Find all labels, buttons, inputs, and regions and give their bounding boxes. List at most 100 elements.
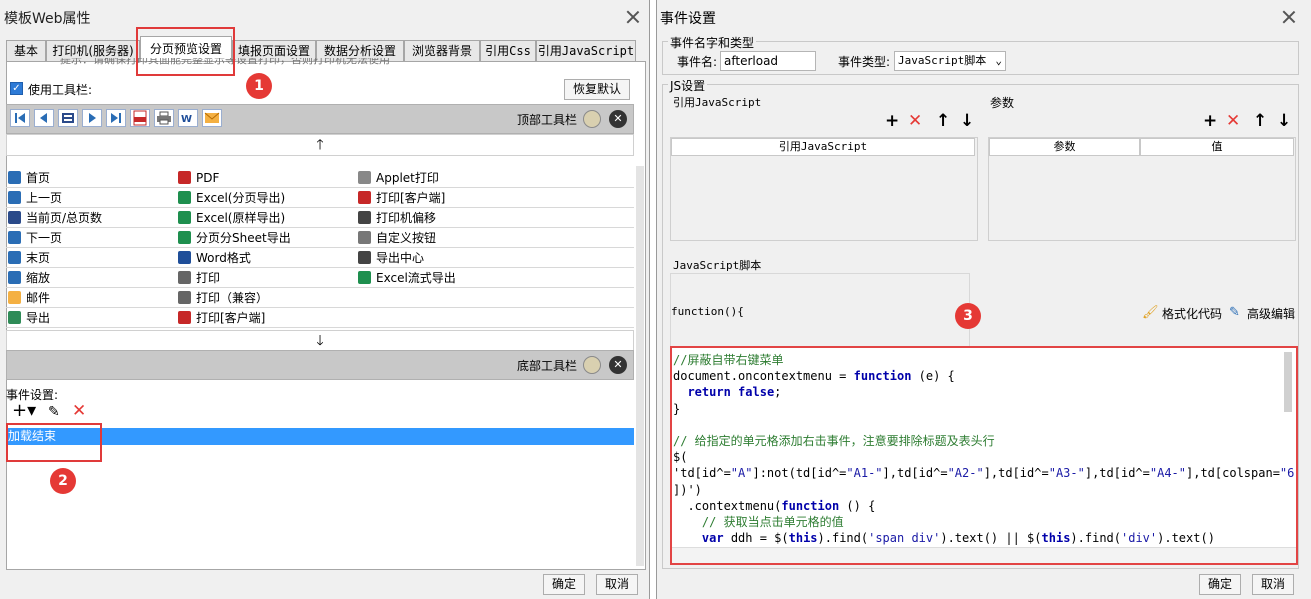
toolbar-grid-item[interactable]: 下一页 <box>26 228 62 248</box>
email-icon[interactable] <box>202 109 222 127</box>
toolbar-grid-item[interactable]: 末页 <box>26 248 50 268</box>
toolbar-grid-item[interactable]: 打印[客户端] <box>376 188 445 208</box>
page-number-icon <box>8 211 21 224</box>
add-icon[interactable]: + <box>885 112 899 130</box>
advanced-edit-button[interactable]: 高级编辑 <box>1247 305 1295 322</box>
step-badge-1: 1 <box>246 73 272 99</box>
delete-icon[interactable]: ✕ <box>72 401 86 421</box>
hint-text: 提示：请确保打印其面能完整显示等设置打印，否则打印机无法使用 <box>60 58 390 66</box>
toolbar-grid-item[interactable]: PDF <box>196 168 219 188</box>
event-type-select[interactable]: JavaScript脚本 ⌄ <box>894 51 1006 71</box>
toolbar-grid-item[interactable]: 自定义按钮 <box>376 228 436 248</box>
code-line: document.oncontextmenu = function (e) { <box>673 369 955 384</box>
ok-button[interactable]: 确定 <box>1199 574 1241 595</box>
toolbar-clear-icon[interactable]: ✕ <box>609 110 627 128</box>
ok-button[interactable]: 确定 <box>543 574 585 595</box>
gear-icon <box>358 231 371 244</box>
first-page-icon <box>8 171 21 184</box>
cancel-button[interactable]: 取消 <box>1252 574 1294 595</box>
code-hscrollbar[interactable] <box>672 547 1296 563</box>
move-param-down-icon[interactable]: ↓ <box>1277 112 1291 130</box>
code-line: $( <box>673 450 688 465</box>
move-down-arrow-icon[interactable]: 🡓 <box>6 330 634 352</box>
toolbar-grid-item[interactable]: 当前页/总页数 <box>26 208 102 228</box>
template-web-properties-dialog: 模板Web属性 基本 打印机(服务器) 分页预览设置 填报页面设置 数据分析设置… <box>0 0 650 599</box>
pdf-icon[interactable] <box>130 109 150 127</box>
page-number-icon[interactable] <box>58 109 78 127</box>
name-type-group-label: 事件名字和类型 <box>668 34 757 51</box>
toolbar-grid-item[interactable]: 打印机偏移 <box>376 208 436 228</box>
step-badge-3: 3 <box>955 303 981 329</box>
toolbar-grid-row: 首页 PDF Applet打印 <box>6 168 634 188</box>
export-center-icon <box>358 251 371 264</box>
excel-icon <box>178 191 191 204</box>
toolbar-grid-row: 下一页 分页分Sheet导出 自定义按钮 <box>6 228 634 248</box>
prev-page-icon[interactable] <box>34 109 54 127</box>
toolbar-grid-item[interactable]: Applet打印 <box>376 168 439 188</box>
code-scrollbar[interactable] <box>1284 352 1292 412</box>
export-icon <box>8 311 21 324</box>
params-column-header: 参数 <box>989 138 1140 156</box>
edit-pencil-icon[interactable]: ✎ <box>48 404 60 420</box>
toolbar-grid-item[interactable]: 邮件 <box>26 288 50 308</box>
move-down-icon[interactable]: ↓ <box>960 112 974 130</box>
toolbar-grid-item[interactable]: 导出中心 <box>376 248 424 268</box>
toolbar-grid-item[interactable]: 导出 <box>26 308 50 328</box>
toolbar-grid-item[interactable]: 上一页 <box>26 188 62 208</box>
scrollbar[interactable] <box>636 166 644 566</box>
delete-param-icon[interactable]: ✕ <box>1226 112 1240 130</box>
bottom-toolbar-clear-icon[interactable]: ✕ <box>609 356 627 374</box>
print-icon[interactable] <box>154 109 174 127</box>
format-code-brush-icon[interactable]: 🖌 <box>1142 305 1159 320</box>
word-icon[interactable]: W <box>178 109 198 127</box>
next-page-icon[interactable] <box>82 109 102 127</box>
bottom-toolbar-settings-gear-icon[interactable] <box>583 356 601 374</box>
prev-page-icon <box>8 191 21 204</box>
tab-ref-css[interactable]: 引用Css <box>480 40 536 61</box>
last-page-icon[interactable] <box>106 109 126 127</box>
toolbar-grid-item[interactable]: 打印（兼容） <box>196 288 268 308</box>
move-param-up-icon[interactable]: ↑ <box>1253 112 1267 130</box>
cancel-button[interactable]: 取消 <box>596 574 638 595</box>
code-line: 'td[id^="A"]:not(td[id^="A1-"],td[id^="A… <box>673 466 1296 481</box>
toolbar-grid-item[interactable]: Excel流式导出 <box>376 268 456 288</box>
add-event-icon[interactable]: +▾ <box>12 401 36 421</box>
tab-basic[interactable]: 基本 <box>6 40 46 61</box>
toolbar-grid-item[interactable]: 首页 <box>26 168 50 188</box>
top-toolbar: W 顶部工具栏 ✕ <box>6 104 634 134</box>
toolbar-grid-item[interactable]: 打印 <box>196 268 220 288</box>
close-icon[interactable] <box>626 10 640 24</box>
toolbar-grid-row: 邮件 打印（兼容） <box>6 288 634 308</box>
toolbar-grid-item[interactable]: Excel(分页导出) <box>196 188 285 208</box>
first-page-icon[interactable] <box>10 109 30 127</box>
zoom-icon <box>8 271 21 284</box>
format-code-button[interactable]: 格式化代码 <box>1162 305 1222 322</box>
move-up-arrow-icon[interactable]: 🡑 <box>6 134 634 156</box>
toolbar-grid-item[interactable]: Word格式 <box>196 248 251 268</box>
toolbar-grid-item[interactable]: Excel(原样导出) <box>196 208 285 228</box>
ref-js-column-header: 引用JavaScript <box>671 138 975 156</box>
restore-default-button[interactable]: 恢复默认 <box>564 79 630 100</box>
code-line: return false; <box>687 385 782 400</box>
event-name-field[interactable]: afterload <box>720 51 816 71</box>
toolbar-grid-row: 上一页 Excel(分页导出) 打印[客户端] <box>6 188 634 208</box>
toolbar-settings-gear-icon[interactable] <box>583 110 601 128</box>
move-up-icon[interactable]: ↑ <box>936 112 950 130</box>
use-toolbar-checkbox[interactable]: ✓ <box>10 82 23 95</box>
event-type-label: 事件类型: <box>838 55 891 69</box>
code-line: ])') <box>673 482 702 497</box>
ref-js-label: 引用JavaScript <box>673 96 762 109</box>
tab-ref-javascript[interactable]: 引用JavaScript <box>536 40 636 61</box>
toolbar-grid-item[interactable]: 分页分Sheet导出 <box>196 228 291 248</box>
add-param-icon[interactable]: + <box>1203 112 1217 130</box>
toolbar-grid-item[interactable]: 打印[客户端] <box>196 308 265 328</box>
delete-icon[interactable]: ✕ <box>908 112 922 130</box>
code-line: } <box>673 401 681 416</box>
advanced-edit-icon[interactable]: ✎ <box>1229 305 1240 320</box>
toolbar-grid-item[interactable]: 缩放 <box>26 268 50 288</box>
move-icon <box>358 211 371 224</box>
code-editor[interactable]: //屏蔽自带右键菜单 document.oncontextmenu = funct… <box>670 346 1298 565</box>
applet-print-icon <box>358 171 371 184</box>
close-icon[interactable] <box>1282 10 1296 24</box>
top-toolbar-label: 顶部工具栏 <box>517 113 578 127</box>
